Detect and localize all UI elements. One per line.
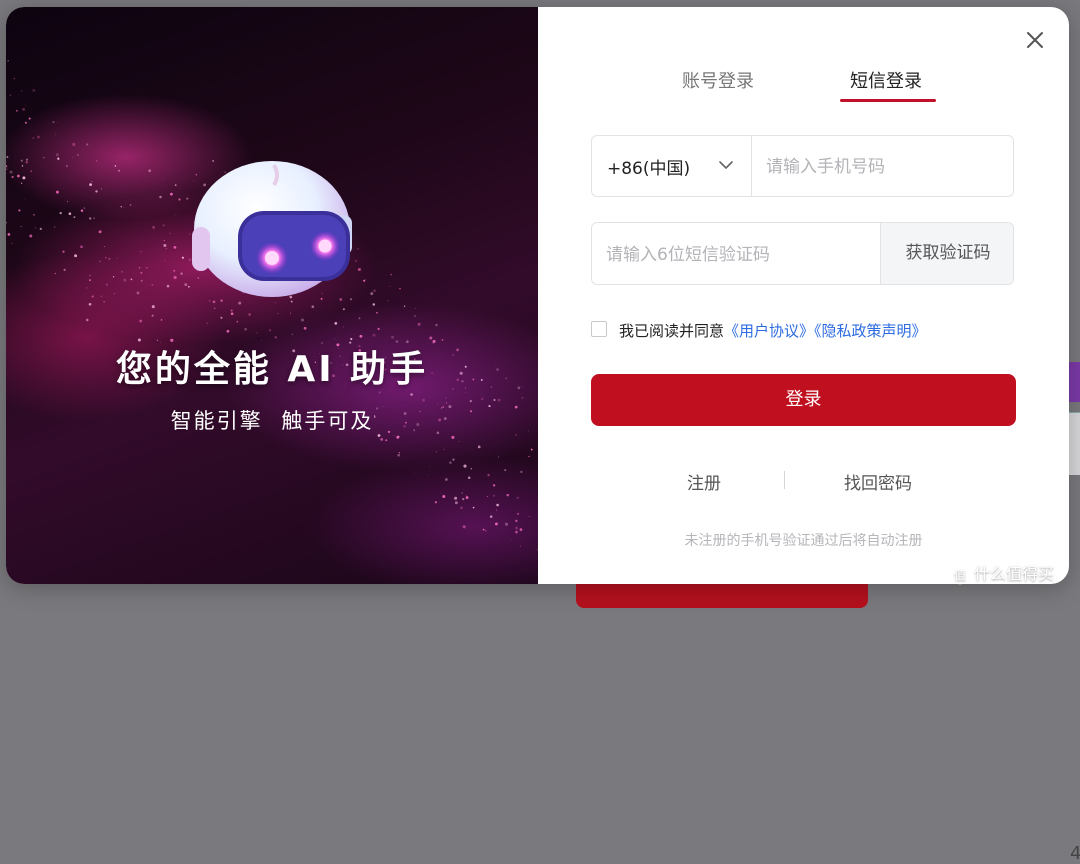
close-icon[interactable]	[1022, 27, 1048, 53]
agreement-checkbox[interactable]	[591, 321, 607, 337]
login-modal: 您的全能 AI 助手 智能引擎 触手可及 账号登录 短信登录 +86(中国) 获…	[6, 7, 1069, 584]
robot-icon	[192, 161, 352, 297]
hero-subtitle: 智能引擎 触手可及	[170, 409, 374, 433]
phone-field: +86(中国)	[591, 135, 1028, 198]
get-code-button[interactable]: 获取验证码	[880, 223, 1013, 284]
svg-text:值: 值	[954, 567, 966, 582]
register-link[interactable]: 注册	[687, 469, 721, 494]
active-tab-indicator	[840, 99, 936, 102]
background-digit: 4	[1070, 843, 1080, 864]
tab-account-login[interactable]: 账号登录	[682, 67, 754, 93]
user-agreement-link[interactable]: 《用户协议》	[724, 322, 814, 340]
hero-panel: 您的全能 AI 助手 智能引擎 触手可及	[6, 7, 538, 584]
watermark-logo-icon: 值	[950, 565, 970, 584]
chevron-down-icon	[719, 161, 733, 169]
sms-code-field: 获取验证码	[591, 222, 1014, 285]
country-code-label: +86(中国)	[607, 159, 691, 179]
login-button[interactable]: 登录	[591, 374, 1016, 426]
background-purple-strip	[1068, 362, 1080, 402]
country-code-select[interactable]: +86(中国)	[592, 136, 752, 196]
forgot-password-link[interactable]: 找回密码	[844, 469, 912, 494]
watermark-text: 什么值得买	[974, 564, 1055, 583]
sms-code-input[interactable]	[592, 223, 896, 284]
tab-sms-login[interactable]: 短信登录	[850, 67, 922, 93]
hero-title: 您的全能 AI 助手	[115, 349, 429, 390]
privacy-policy-link[interactable]: 《隐私政策声明》	[814, 322, 927, 340]
background-panel: 4	[1068, 412, 1080, 864]
watermark: 值 什么值得买	[950, 560, 1054, 585]
link-divider	[784, 471, 785, 489]
auto-register-note: 未注册的手机号验证通过后将自动注册	[684, 533, 923, 549]
phone-input[interactable]	[752, 136, 1028, 198]
agreement-text: 我已阅读并同意	[619, 322, 725, 340]
agreement-text-wrap: 我已阅读并同意《用户协议》《隐私政策声明》	[619, 320, 927, 341]
